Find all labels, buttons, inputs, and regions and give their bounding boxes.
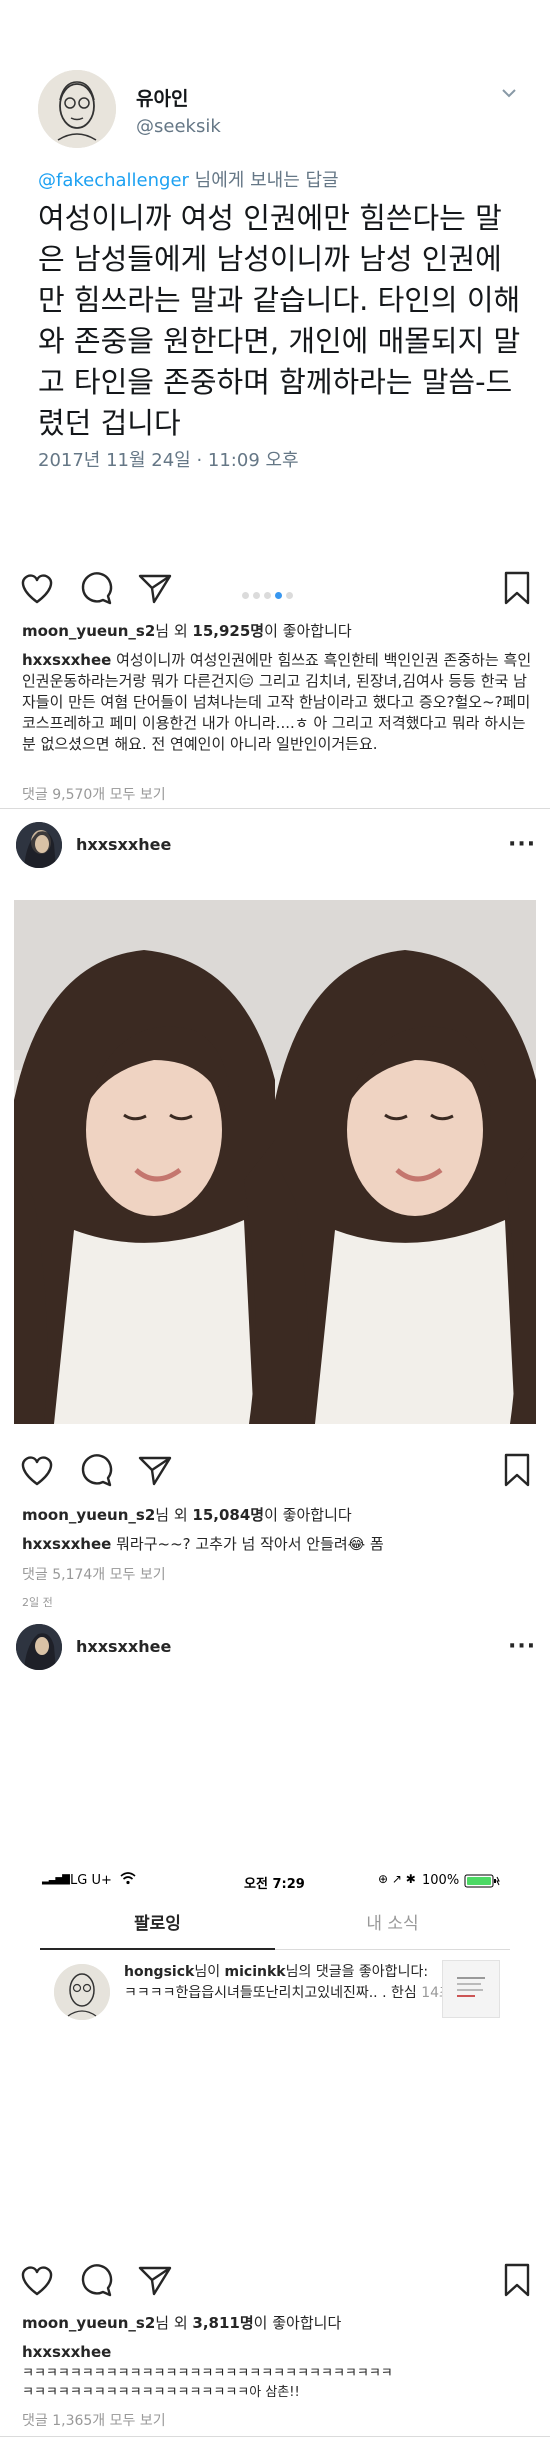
post2-time-ago: 2일 전 — [22, 1596, 53, 1609]
post2-username[interactable]: hxxsxxhee — [76, 835, 171, 854]
tweet-card: 유아인 @seeksik @fakechallenger 님에게 보내는 답글 … — [24, 70, 528, 480]
post3-caption-user[interactable]: hxxsxxhee — [22, 2342, 532, 2363]
notification-avatar — [54, 1964, 110, 2020]
post3-likes[interactable]: moon_yueun_s2님 외 3,811명이 좋아합니다 — [22, 2312, 341, 2333]
clock-label: 오전 7:29 — [244, 1877, 305, 1892]
likes-user[interactable]: moon_yueun_s2 — [22, 622, 155, 640]
carousel-indicator — [242, 584, 312, 599]
likes-count[interactable]: 15,925명 — [192, 622, 264, 640]
post2-avatar[interactable] — [16, 822, 62, 868]
caption-user[interactable]: hxxsxxhee — [22, 1535, 111, 1553]
heart-icon[interactable] — [18, 2262, 56, 2298]
tweet-handle[interactable]: @seeksik — [136, 116, 221, 137]
carousel-dot-active — [275, 592, 282, 599]
caption-user[interactable]: hxxsxxhee — [22, 651, 111, 669]
tweet-timestamp: 2017년 11월 24일 · 11:09 오후 — [38, 450, 299, 471]
notif-action: 님의 댓글을 좋아합니다: — [285, 1964, 429, 1980]
likes-user[interactable]: moon_yueun_s2 — [22, 2314, 155, 2332]
carrier-label: LG U+ — [70, 1873, 112, 1888]
notification-text: hongsick님이 micinkk님의 댓글을 좋아합니다: ㅋㅋㅋㅋ한읍읍시녀… — [124, 1962, 474, 2004]
likes-count[interactable]: 15,084명 — [192, 1506, 264, 1524]
chevron-down-icon[interactable] — [498, 82, 520, 104]
comment-icon[interactable] — [78, 2262, 116, 2298]
tweet-display-name[interactable]: 유아인 — [136, 84, 188, 111]
likes-suffix: 이 좋아합니다 — [264, 622, 352, 640]
activity-tabs: 팔로잉 내 소식 — [40, 1898, 510, 1950]
share-icon[interactable] — [136, 2262, 174, 2298]
likes-suffix: 이 좋아합니다 — [264, 1506, 352, 1524]
post3-action-bar — [0, 2258, 550, 2302]
post2-photo[interactable] — [14, 900, 536, 1424]
share-icon[interactable] — [136, 570, 174, 606]
notif-user2: micinkk — [224, 1964, 286, 1980]
post1-caption: hxxsxxhee 여성이니까 여성인권에만 힘쓰죠 흑인한테 백인인권 존중하… — [22, 650, 532, 755]
likes-count[interactable]: 3,811명 — [192, 2314, 253, 2332]
battery-percent: 100% — [422, 1873, 460, 1888]
likes-user[interactable]: moon_yueun_s2 — [22, 1506, 155, 1524]
notif-mid: 님이 — [194, 1964, 225, 1980]
wifi-icon — [120, 1871, 136, 1889]
bookmark-icon[interactable] — [498, 2262, 536, 2298]
battery-icon — [464, 1874, 500, 1892]
post2-caption: hxxsxxhee 뭐라구~~? 고추가 넘 작아서 안들려😂 폼 — [22, 1534, 532, 1555]
bookmark-icon[interactable] — [498, 1452, 536, 1488]
post3-username[interactable]: hxxsxxhee — [76, 1637, 171, 1656]
tab-you[interactable]: 내 소식 — [275, 1898, 510, 1950]
photo-frame-right — [275, 900, 536, 1424]
more-icon[interactable]: ··· — [508, 832, 536, 857]
post1-likes[interactable]: moon_yueun_s2님 외 15,925명이 좋아합니다 — [22, 620, 352, 641]
likes-mid: 님 외 — [155, 1506, 193, 1524]
status-indicators: ⊕ ↗ ✱ — [378, 1872, 416, 1886]
comment-icon[interactable] — [78, 1452, 116, 1488]
post2-view-comments[interactable]: 댓글 5,174개 모두 보기 — [22, 1564, 166, 1584]
post3-caption-line2: ㅋㅋㅋㅋㅋㅋㅋㅋㅋㅋㅋㅋㅋㅋㅋㅋㅋㅋㅋ아 삼촌!! — [22, 2385, 300, 2400]
comment-icon[interactable] — [78, 570, 116, 606]
post3-screenshot-image[interactable]: ▂▃▅▇ LG U+ 오전 7:29 ⊕ ↗ ✱ 100% 팔로잉 내 소식 h… — [40, 1868, 510, 2073]
post3-caption-line1: ㅋㅋㅋㅋㅋㅋㅋㅋㅋㅋㅋㅋㅋㅋㅋㅋㅋㅋㅋㅋㅋㅋㅋㅋㅋㅋㅋㅋㅋㅋㅋ — [22, 2366, 393, 2381]
carousel-dot — [253, 592, 260, 599]
divider — [0, 808, 550, 809]
post1-view-comments[interactable]: 댓글 9,570개 모두 보기 — [22, 784, 166, 804]
tweet-body: 여성이니까 여성 인권에만 힘쓴다는 말은 남성들에게 남성이니까 남성 인권에… — [38, 201, 521, 440]
notif-comment: ㅋㅋㅋㅋ한읍읍시녀들또난리치고있네진짜.. . 한심 — [124, 1985, 417, 2001]
notification-thumbnail — [442, 1960, 500, 2018]
post2-action-bar — [0, 1448, 550, 1492]
divider — [0, 2436, 550, 2437]
tab-following[interactable]: 팔로잉 — [40, 1898, 275, 1950]
post1-action-bar — [0, 566, 550, 610]
share-icon[interactable] — [136, 1452, 174, 1488]
likes-suffix: 이 좋아합니다 — [253, 2314, 342, 2332]
carousel-dot — [286, 592, 293, 599]
signal-icon: ▂▃▅▇ — [42, 1874, 70, 1885]
carousel-dot — [264, 592, 271, 599]
reply-suffix: 님에게 보내는 답글 — [188, 170, 339, 191]
post3-view-comments[interactable]: 댓글 1,365개 모두 보기 — [22, 2410, 166, 2430]
notif-user1: hongsick — [124, 1964, 195, 1980]
likes-mid: 님 외 — [155, 2314, 193, 2332]
likes-mid: 님 외 — [155, 622, 193, 640]
reply-mention-link[interactable]: @fakechallenger — [38, 170, 189, 191]
post3-avatar[interactable] — [16, 1624, 62, 1670]
caption-text: 뭐라구~~? 고추가 넘 작아서 안들려😂 폼 — [111, 1535, 384, 1553]
carousel-dot — [242, 592, 249, 599]
photo-frame-left — [14, 900, 275, 1424]
phone-status-bar: ▂▃▅▇ LG U+ 오전 7:29 ⊕ ↗ ✱ 100% — [40, 1868, 510, 1896]
more-icon[interactable]: ··· — [508, 1634, 536, 1659]
heart-icon[interactable] — [18, 1452, 56, 1488]
bookmark-icon[interactable] — [498, 570, 536, 606]
tweet-avatar[interactable] — [38, 70, 116, 148]
heart-icon[interactable] — [18, 570, 56, 606]
tweet-reply-context: @fakechallenger 님에게 보내는 답글 — [38, 166, 339, 192]
post2-likes[interactable]: moon_yueun_s2님 외 15,084명이 좋아합니다 — [22, 1504, 352, 1525]
